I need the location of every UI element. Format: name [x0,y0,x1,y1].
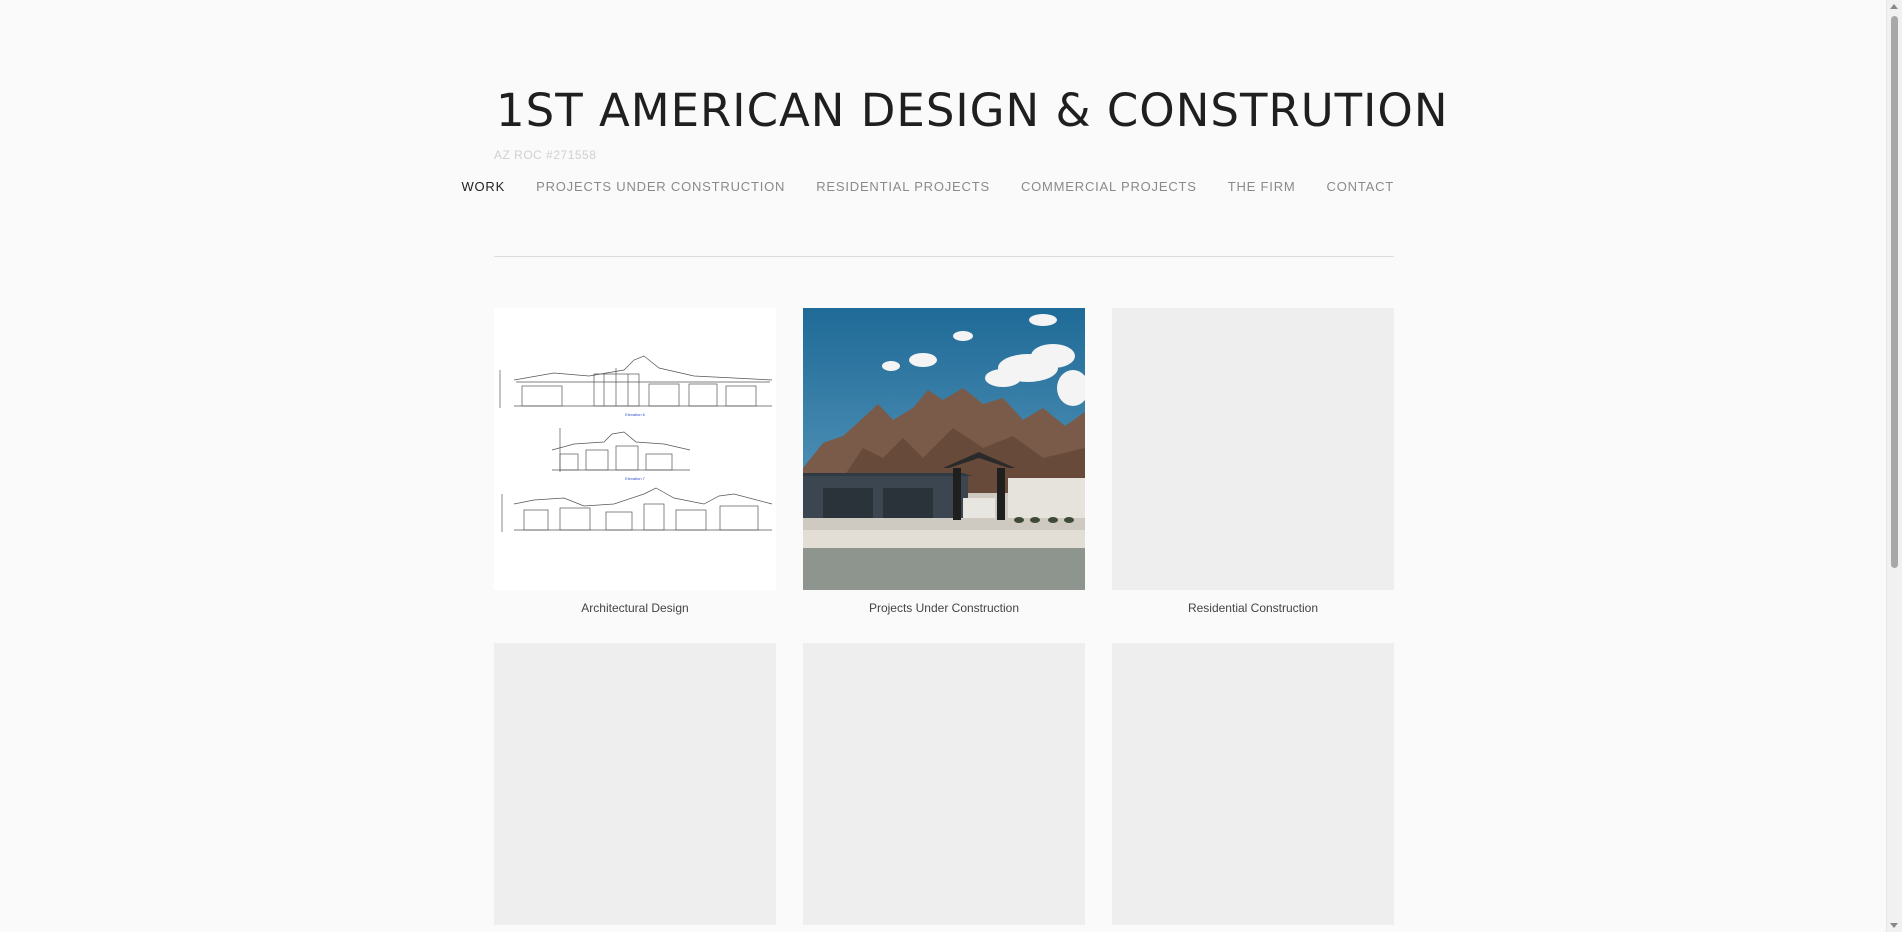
nav-item-work[interactable]: WORK [461,178,505,196]
vertical-scrollbar[interactable] [1886,0,1902,932]
project-gallery: Elevation 6 Elevation 7 Architectural De… [494,308,1394,925]
main-nav: WORK PROJECTS UNDER CONSTRUCTION RESIDEN… [430,178,1394,196]
placeholder-thumbnail[interactable] [1112,643,1394,925]
tile-caption[interactable]: Architectural Design [494,600,776,620]
site-tagline: AZ ROC #271558 [494,148,597,162]
gallery-tile[interactable] [803,643,1085,925]
nav-item-projects-under-construction[interactable]: PROJECTS UNDER CONSTRUCTION [536,178,785,196]
nav-item-commercial-projects[interactable]: COMMERCIAL PROJECTS [1021,178,1197,196]
scrollbar-thumb[interactable] [1891,16,1898,568]
gallery-tile[interactable] [494,643,776,925]
gallery-tile-architectural-design[interactable]: Elevation 6 Elevation 7 Architectural De… [494,308,776,620]
gallery-tile-projects-under-construction[interactable]: Projects Under Construction [803,308,1085,620]
gallery-tile-residential-construction[interactable]: Residential Construction [1112,308,1394,620]
nav-item-contact[interactable]: CONTACT [1327,178,1394,196]
site-title[interactable]: 1ST AMERICAN DESIGN & CONSTRUTION [496,83,1449,139]
house-mountain-photo-thumbnail[interactable] [803,308,1085,590]
svg-text:Elevation 7: Elevation 7 [625,476,646,481]
nav-item-residential-projects[interactable]: RESIDENTIAL PROJECTS [816,178,990,196]
scroll-up-arrow-icon[interactable] [1890,4,1898,9]
scroll-down-arrow-icon[interactable] [1890,923,1898,928]
svg-text:Elevation 6: Elevation 6 [625,412,646,417]
placeholder-thumbnail[interactable] [494,643,776,925]
page: 1ST AMERICAN DESIGN & CONSTRUTION AZ ROC… [0,0,1902,932]
tile-caption[interactable]: Projects Under Construction [803,600,1085,620]
tile-caption[interactable]: Residential Construction [1112,600,1394,620]
gallery-tile[interactable] [1112,643,1394,925]
nav-item-the-firm[interactable]: THE FIRM [1228,178,1296,196]
row-spacer [494,620,1394,643]
placeholder-thumbnail[interactable] [1112,308,1394,590]
elevation-drawing-thumbnail[interactable]: Elevation 6 Elevation 7 [494,308,776,590]
header-divider [494,256,1394,257]
placeholder-thumbnail[interactable] [803,643,1085,925]
